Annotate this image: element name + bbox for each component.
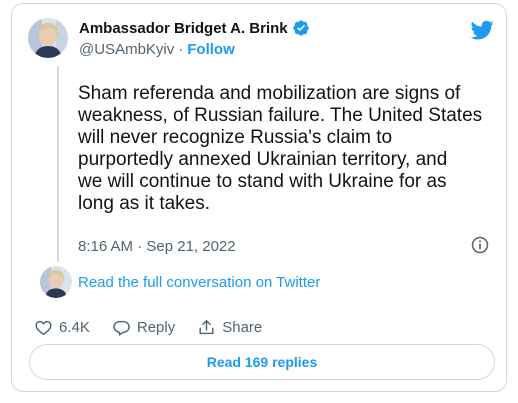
reply-bubble-icon (113, 320, 130, 336)
tweet-card: Ambassador Bridget A. Brink @USAmbKyiv ·… (11, 3, 507, 392)
tweet-text-line: will never recognize Russia's claim to (78, 127, 393, 148)
author-name[interactable]: Ambassador Bridget A. Brink (79, 19, 310, 37)
tweet-text-line: we will continue to stand with Ukraine f… (78, 171, 447, 192)
follow-button[interactable]: Follow (187, 41, 235, 58)
tweet-text-line: Sham referenda and mobilization are sign… (78, 83, 461, 104)
tweet-text-line: weakness, of Russian failure. The United… (78, 105, 483, 126)
tweet-text-line: purportedly annexed Ukrainian territory,… (78, 149, 448, 170)
like-button[interactable]: 6.4K (34, 318, 90, 337)
author-name-text[interactable]: Ambassador Bridget A. Brink (79, 20, 288, 37)
like-count: 6.4K (59, 319, 90, 336)
tweet-text: Sham referenda and mobilization are sign… (78, 83, 496, 215)
separator-dot: · (178, 41, 184, 58)
heart-icon (35, 320, 52, 336)
tweet-timestamp[interactable]: 8:16 AM · Sep 21, 2022 (78, 238, 236, 255)
share-button[interactable]: Share (197, 318, 262, 337)
reply-button[interactable]: Reply (112, 318, 175, 337)
read-replies-button[interactable]: Read 169 replies (29, 344, 495, 380)
share-upload-icon (199, 320, 214, 335)
info-icon[interactable] (470, 235, 490, 255)
author-avatar[interactable] (28, 18, 68, 58)
share-label: Share (222, 319, 263, 336)
verified-badge-icon (292, 20, 309, 36)
conversation-avatar[interactable] (40, 266, 72, 298)
reply-label: Reply (136, 319, 176, 336)
tweet-text-line: long as it takes. (78, 193, 211, 214)
read-conversation-link[interactable]: Read the full conversation on Twitter (78, 274, 320, 291)
author-handle[interactable]: @USAmbKyiv (79, 41, 174, 58)
thread-line (57, 66, 59, 262)
action-bar: 6.4K Reply Share (34, 318, 284, 337)
twitter-bird-icon[interactable] (470, 18, 494, 42)
author-handle-row: @USAmbKyiv · Follow (79, 41, 235, 58)
